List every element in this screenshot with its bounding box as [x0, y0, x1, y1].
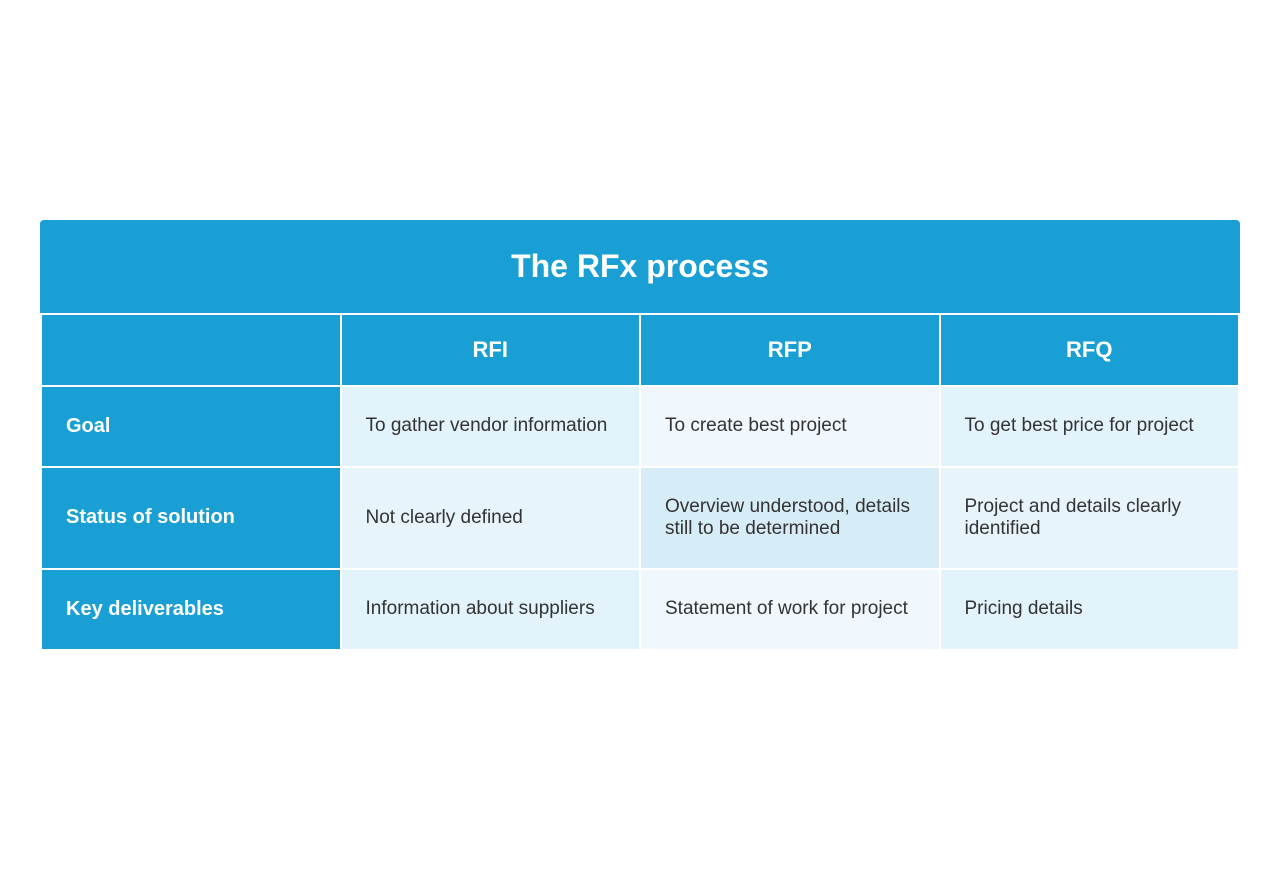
status-rfp-cell: Overview understood, details still to be… [640, 467, 940, 569]
title-bar: The RFx process [40, 220, 1240, 313]
table-row: Key deliverables Information about suppl… [41, 569, 1239, 650]
goal-rfi-cell: To gather vendor information [341, 386, 641, 467]
goal-rfp-cell: To create best project [640, 386, 940, 467]
deliverables-rfq-cell: Pricing details [940, 569, 1240, 650]
status-rfq-cell: Project and details clearly identified [940, 467, 1240, 569]
row-label-goal: Goal [41, 386, 341, 467]
table-row: Goal To gather vendor information To cre… [41, 386, 1239, 467]
goal-rfq-cell: To get best price for project [940, 386, 1240, 467]
row-label-deliverables: Key deliverables [41, 569, 341, 650]
table-row: Status of solution Not clearly defined O… [41, 467, 1239, 569]
row-label-status: Status of solution [41, 467, 341, 569]
rfx-table-container: The RFx process RFI RFP RFQ Goal To gath… [40, 220, 1240, 651]
page-title: The RFx process [60, 248, 1220, 285]
header-rfq: RFQ [940, 314, 1240, 386]
deliverables-rfp-cell: Statement of work for project [640, 569, 940, 650]
header-rfi: RFI [341, 314, 641, 386]
deliverables-rfi-cell: Information about suppliers [341, 569, 641, 650]
header-label-col [41, 314, 341, 386]
rfx-table: RFI RFP RFQ Goal To gather vendor inform… [40, 313, 1240, 651]
table-header-row: RFI RFP RFQ [41, 314, 1239, 386]
header-rfp: RFP [640, 314, 940, 386]
status-rfi-cell: Not clearly defined [341, 467, 641, 569]
